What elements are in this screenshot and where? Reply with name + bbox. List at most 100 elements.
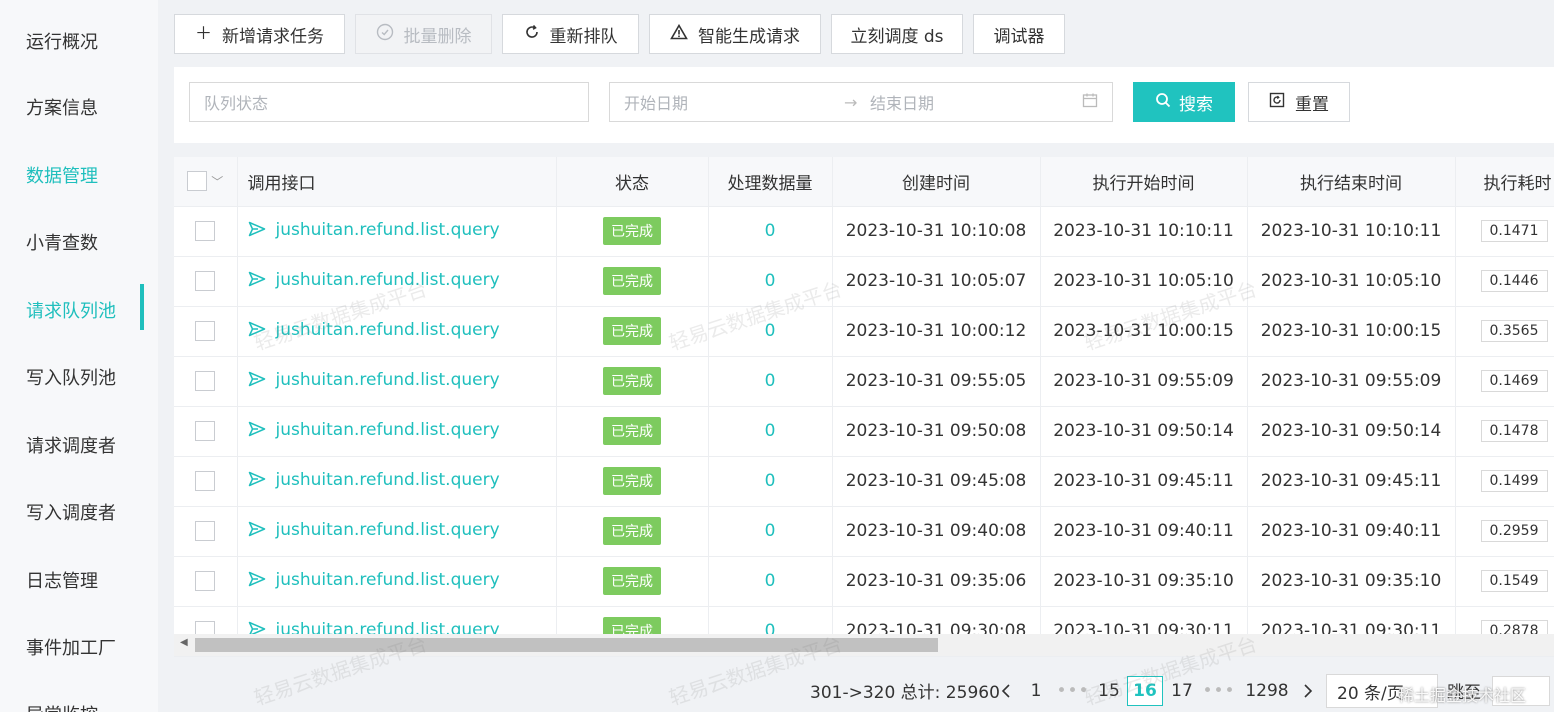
reset-button[interactable]: 重置 xyxy=(1248,82,1350,122)
row-checkbox[interactable] xyxy=(195,371,216,391)
api-cell[interactable]: jushuitan.refund.list.query xyxy=(237,256,557,307)
column-header-end[interactable]: 执行结束时间 xyxy=(1247,157,1456,207)
row-checkbox[interactable] xyxy=(195,271,216,291)
table-row[interactable]: jushuitan.refund.list.query 已完成 0 2023-10-3… xyxy=(174,556,1554,607)
smart-generate-button[interactable]: 智能生成请求 xyxy=(649,14,821,54)
table-row[interactable]: jushuitan.refund.list.query 已完成 0 2023-10-3… xyxy=(174,206,1554,257)
processed-count[interactable]: 0 xyxy=(765,221,776,241)
scrollbar-thumb[interactable] xyxy=(195,638,938,652)
api-cell[interactable]: jushuitan.refund.list.query xyxy=(237,306,557,357)
api-cell[interactable]: jushuitan.refund.list.query xyxy=(237,206,557,257)
row-checkbox[interactable] xyxy=(195,221,216,241)
column-header-created[interactable]: 创建时间 xyxy=(832,157,1041,207)
horizontal-scrollbar[interactable]: ◀ xyxy=(174,634,1554,656)
page-link-current[interactable]: 16 xyxy=(1127,676,1163,706)
start-date-input[interactable]: 开始日期 xyxy=(624,90,844,114)
row-checkbox[interactable] xyxy=(195,321,216,341)
page-link-first[interactable]: 1 xyxy=(1024,676,1048,706)
api-name-link[interactable]: jushuitan.refund.list.query xyxy=(276,320,500,340)
table-row[interactable]: jushuitan.refund.list.query 已完成 0 2023-10-3… xyxy=(174,506,1554,557)
processed-count[interactable]: 0 xyxy=(765,571,776,591)
end-date-input[interactable]: 结束日期 xyxy=(870,90,1080,114)
row-select-cell[interactable] xyxy=(174,356,238,407)
column-header-duration[interactable]: 执行耗时 xyxy=(1455,157,1554,207)
processed-count[interactable]: 0 xyxy=(765,271,776,291)
row-checkbox[interactable] xyxy=(195,471,216,491)
select-all-header[interactable]: ﹀ xyxy=(174,157,238,207)
processed-count[interactable]: 0 xyxy=(765,321,776,341)
page-link-last[interactable]: 1298 xyxy=(1242,676,1292,706)
select-all-checkbox[interactable] xyxy=(187,171,208,192)
sidebar-item-plan-info[interactable]: 方案信息 xyxy=(26,94,98,120)
table-row[interactable]: jushuitan.refund.list.query 已完成 0 2023-10-3… xyxy=(174,406,1554,457)
row-select-cell[interactable] xyxy=(174,556,238,607)
sidebar-item-xiaoqing-query[interactable]: 小青查数 xyxy=(26,229,98,255)
table-row[interactable]: jushuitan.refund.list.query 已完成 0 2023-10-3… xyxy=(174,356,1554,407)
api-cell[interactable]: jushuitan.refund.list.query xyxy=(237,356,557,407)
row-checkbox[interactable] xyxy=(195,421,216,441)
sidebar-item-request-scheduler[interactable]: 请求调度者 xyxy=(26,432,116,458)
column-header-api[interactable]: 调用接口 xyxy=(237,157,557,207)
row-checkbox[interactable] xyxy=(195,521,216,541)
page-link-prev[interactable]: 15 xyxy=(1094,676,1124,706)
table-row[interactable]: jushuitan.refund.list.query 已完成 0 2023-10-3… xyxy=(174,456,1554,507)
search-button[interactable]: 搜索 xyxy=(1133,82,1235,122)
api-name-link[interactable]: jushuitan.refund.list.query xyxy=(276,570,500,590)
api-cell[interactable]: jushuitan.refund.list.query xyxy=(237,506,557,557)
api-name-link[interactable]: jushuitan.refund.list.query xyxy=(276,270,500,290)
chevron-right-icon[interactable] xyxy=(1298,676,1318,706)
scroll-left-arrow-icon[interactable]: ◀ xyxy=(180,637,188,648)
row-select-cell[interactable] xyxy=(174,406,238,457)
api-cell[interactable]: jushuitan.refund.list.query xyxy=(237,406,557,457)
column-header-count[interactable]: 处理数据量 xyxy=(708,157,833,207)
processed-count[interactable]: 0 xyxy=(765,471,776,491)
chevron-left-icon[interactable] xyxy=(996,676,1016,706)
api-name-link[interactable]: jushuitan.refund.list.query xyxy=(276,220,500,240)
processed-count[interactable]: 0 xyxy=(765,421,776,441)
row-select-cell[interactable] xyxy=(174,306,238,357)
sidebar-item-event-factory[interactable]: 事件加工厂 xyxy=(26,634,116,660)
requeue-button[interactable]: 重新排队 xyxy=(502,14,639,54)
pagination-ellipsis-next[interactable]: ••• xyxy=(1202,676,1236,706)
date-range-picker[interactable]: 开始日期 → 结束日期 xyxy=(609,82,1113,122)
sidebar-item-request-queue[interactable]: 请求队列池 xyxy=(26,297,116,323)
row-select-cell[interactable] xyxy=(174,206,238,257)
column-header-status[interactable]: 状态 xyxy=(556,157,709,207)
start-time-cell: 2023-10-31 10:00:15 xyxy=(1040,306,1248,357)
api-name-link[interactable]: jushuitan.refund.list.query xyxy=(276,520,500,540)
row-select-cell[interactable] xyxy=(174,256,238,307)
sidebar-item-write-scheduler[interactable]: 写入调度者 xyxy=(26,499,116,525)
processed-count[interactable]: 0 xyxy=(765,521,776,541)
column-header-start[interactable]: 执行开始时间 xyxy=(1040,157,1248,207)
duration-tag: 0.1471 xyxy=(1480,220,1548,242)
table-row[interactable]: jushuitan.refund.list.query 已完成 0 2023-10-3… xyxy=(174,306,1554,357)
api-name-link[interactable]: jushuitan.refund.list.query xyxy=(276,420,500,440)
api-name-link[interactable]: jushuitan.refund.list.query xyxy=(276,370,500,390)
dispatch-now-button[interactable]: 立刻调度 ds xyxy=(831,14,963,54)
chevron-down-icon[interactable]: ﹀ xyxy=(211,175,223,189)
table-row[interactable]: jushuitan.refund.list.query 已完成 0 2023-10-3… xyxy=(174,256,1554,307)
page-link-next[interactable]: 17 xyxy=(1167,676,1197,706)
sidebar-item-exception-monitor[interactable]: 异常监控 xyxy=(26,701,98,712)
api-name-link[interactable]: jushuitan.refund.list.query xyxy=(276,470,500,490)
row-select-cell[interactable] xyxy=(174,506,238,557)
queue-status-select[interactable]: 队列状态 xyxy=(189,82,589,122)
row-checkbox[interactable] xyxy=(195,571,216,591)
api-cell[interactable]: jushuitan.refund.list.query xyxy=(237,556,557,607)
count-cell: 0 xyxy=(708,356,833,407)
sidebar-item-data-management[interactable]: 数据管理 xyxy=(26,162,98,188)
sidebar-item-write-queue[interactable]: 写入队列池 xyxy=(26,364,116,390)
sidebar-item-overview[interactable]: 运行概况 xyxy=(26,28,98,54)
api-cell[interactable]: jushuitan.refund.list.query xyxy=(237,456,557,507)
end-time-cell: 2023-10-31 09:55:09 xyxy=(1247,356,1456,407)
status-cell: 已完成 xyxy=(556,456,709,507)
debugger-button[interactable]: 调试器 xyxy=(973,14,1065,54)
row-select-cell[interactable] xyxy=(174,456,238,507)
add-task-button[interactable]: ＋ 新增请求任务 xyxy=(174,14,345,54)
processed-count[interactable]: 0 xyxy=(765,371,776,391)
pagination-ellipsis-prev[interactable]: ••• xyxy=(1056,676,1090,706)
count-cell: 0 xyxy=(708,556,833,607)
send-icon xyxy=(248,571,266,592)
batch-delete-button[interactable]: 批量删除 xyxy=(355,14,492,54)
sidebar-item-log-management[interactable]: 日志管理 xyxy=(26,567,98,593)
